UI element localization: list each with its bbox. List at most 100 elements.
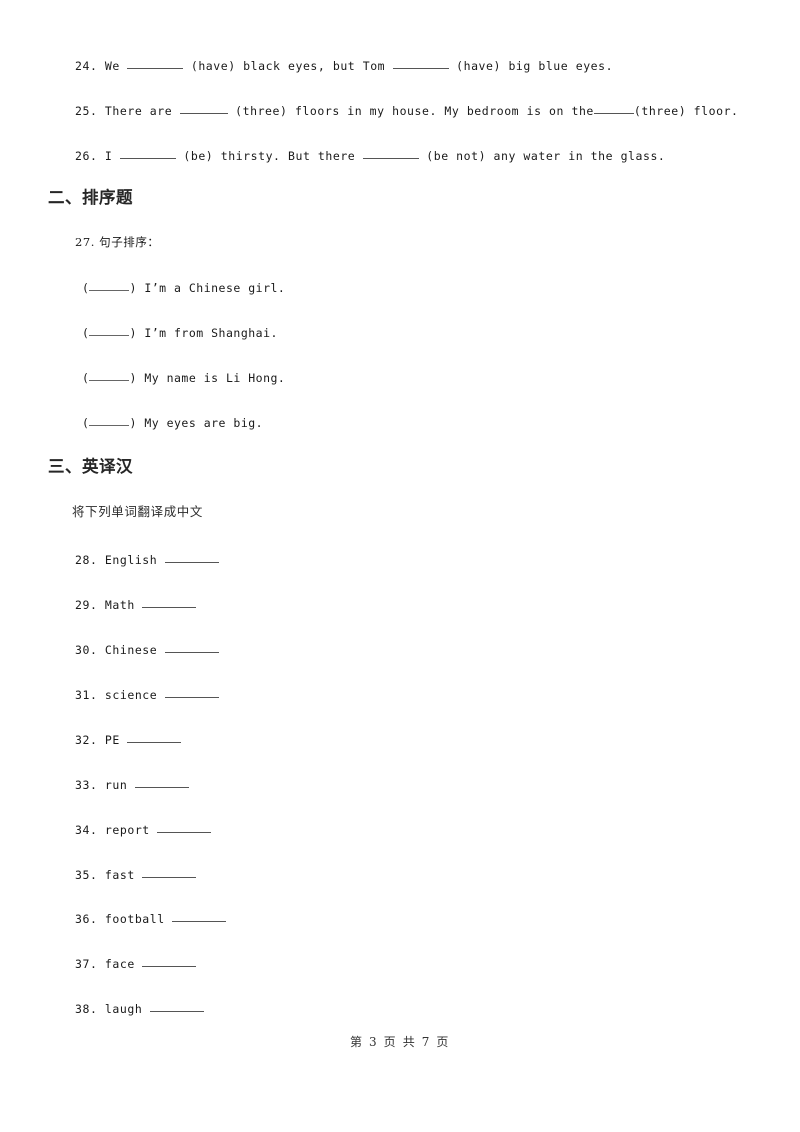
question-text-part-3: (be not) any water in the glass.: [426, 149, 666, 163]
item-dot: .: [89, 868, 98, 882]
question-text-part-2: (three) floors in my house. My bedroom i…: [235, 104, 594, 118]
question-26: 26. I (be) thirsty. But there (be not) a…: [75, 149, 666, 163]
item-number: 34: [75, 823, 90, 837]
paren-close: ): [129, 416, 137, 430]
vocabulary-word: face: [104, 957, 135, 971]
question-25: 25. There are (three) floors in my house…: [75, 104, 739, 118]
ordering-option-text: My eyes are big.: [144, 416, 264, 430]
answer-blank[interactable]: [127, 68, 184, 69]
answer-blank[interactable]: [142, 877, 197, 878]
vocabulary-item: 30. Chinese: [75, 643, 219, 657]
item-dot: .: [89, 688, 98, 702]
vocabulary-item: 34. report: [75, 823, 212, 837]
question-prompt: 句子排序：: [99, 235, 160, 249]
question-dot: .: [89, 149, 98, 163]
question-dot: .: [89, 59, 98, 73]
item-number: 36: [75, 912, 90, 926]
question-text-part-3: (have) big blue eyes.: [456, 59, 614, 73]
item-number: 31: [75, 688, 90, 702]
vocabulary-word: report: [104, 823, 150, 837]
vocabulary-word: science: [104, 688, 158, 702]
ordering-option: () I’m from Shanghai.: [82, 326, 278, 340]
order-blank[interactable]: [89, 425, 130, 426]
ordering-option: () I’m a Chinese girl.: [82, 281, 286, 295]
question-dot: .: [90, 235, 95, 249]
question-number: 26: [75, 149, 90, 163]
question-number: 24: [75, 59, 90, 73]
item-number: 30: [75, 643, 90, 657]
item-number: 33: [75, 778, 90, 792]
answer-blank[interactable]: [142, 607, 197, 608]
item-dot: .: [89, 823, 98, 837]
question-number: 27: [75, 235, 91, 249]
section-heading-two: 二、排序题: [48, 188, 133, 207]
vocabulary-word: Math: [104, 598, 135, 612]
item-number: 35: [75, 868, 90, 882]
item-number: 32: [75, 733, 90, 747]
vocabulary-item: 32. PE: [75, 733, 182, 747]
vocabulary-word: laugh: [104, 1002, 143, 1016]
paren-close: ): [129, 326, 137, 340]
question-text-part-1: There are: [104, 104, 173, 118]
vocabulary-item: 29. Math: [75, 598, 197, 612]
question-27: 27. 句子排序：: [75, 235, 160, 249]
paren-close: ): [129, 371, 137, 385]
worksheet-page: 24. We (have) black eyes, but Tom (have)…: [0, 0, 800, 1132]
answer-blank[interactable]: [392, 68, 449, 69]
ordering-option-text: My name is Li Hong.: [144, 371, 286, 385]
section-heading-three: 三、英译汉: [48, 457, 133, 476]
answer-blank[interactable]: [362, 158, 419, 159]
item-number: 29: [75, 598, 90, 612]
question-text-part-1: I: [104, 149, 113, 163]
item-dot: .: [89, 733, 98, 747]
vocabulary-word: run: [104, 778, 128, 792]
question-text-part-2: (have) black eyes, but Tom: [190, 59, 386, 73]
paren-open: (: [82, 326, 90, 340]
answer-blank[interactable]: [179, 113, 228, 114]
question-text-part-2: (be) thirsty. But there: [183, 149, 356, 163]
question-24: 24. We (have) black eyes, but Tom (have)…: [75, 59, 614, 73]
item-dot: .: [89, 553, 98, 567]
paren-close: ): [129, 281, 137, 295]
vocabulary-item: 38. laugh: [75, 1002, 204, 1016]
ordering-option: () My name is Li Hong.: [82, 371, 286, 385]
item-dot: .: [89, 643, 98, 657]
answer-blank[interactable]: [134, 787, 189, 788]
question-text-part-1: We: [104, 59, 120, 73]
answer-blank[interactable]: [164, 652, 219, 653]
vocabulary-item: 36. football: [75, 912, 227, 926]
answer-blank[interactable]: [149, 1011, 204, 1012]
answer-blank[interactable]: [127, 742, 182, 743]
item-dot: .: [89, 778, 98, 792]
question-number: 25: [75, 104, 90, 118]
question-text-part-3: (three) floor.: [633, 104, 739, 118]
answer-blank[interactable]: [142, 966, 197, 967]
item-dot: .: [89, 1002, 98, 1016]
vocabulary-word: Chinese: [104, 643, 158, 657]
order-blank[interactable]: [89, 380, 130, 381]
item-dot: .: [89, 957, 98, 971]
vocabulary-word: football: [104, 912, 165, 926]
vocabulary-item: 37. face: [75, 957, 197, 971]
vocabulary-item: 31. science: [75, 688, 219, 702]
order-blank[interactable]: [89, 290, 130, 291]
vocabulary-word: PE: [104, 733, 120, 747]
paren-open: (: [82, 416, 90, 430]
answer-blank[interactable]: [119, 158, 176, 159]
item-number: 37: [75, 957, 90, 971]
vocabulary-word: fast: [104, 868, 135, 882]
vocabulary-item: 28. English: [75, 553, 219, 567]
answer-blank[interactable]: [164, 562, 219, 563]
answer-blank[interactable]: [164, 697, 219, 698]
answer-blank[interactable]: [593, 113, 634, 114]
vocabulary-item: 33. run: [75, 778, 189, 792]
item-dot: .: [89, 912, 98, 926]
answer-blank[interactable]: [157, 832, 212, 833]
page-footer: 第 3 页 共 7 页: [350, 1035, 450, 1049]
section-instruction: 将下列单词翻译成中文: [72, 504, 204, 519]
order-blank[interactable]: [89, 335, 130, 336]
ordering-option-text: I’m from Shanghai.: [144, 326, 278, 340]
answer-blank[interactable]: [172, 921, 227, 922]
item-number: 28: [75, 553, 90, 567]
ordering-option-text: I’m a Chinese girl.: [144, 281, 286, 295]
